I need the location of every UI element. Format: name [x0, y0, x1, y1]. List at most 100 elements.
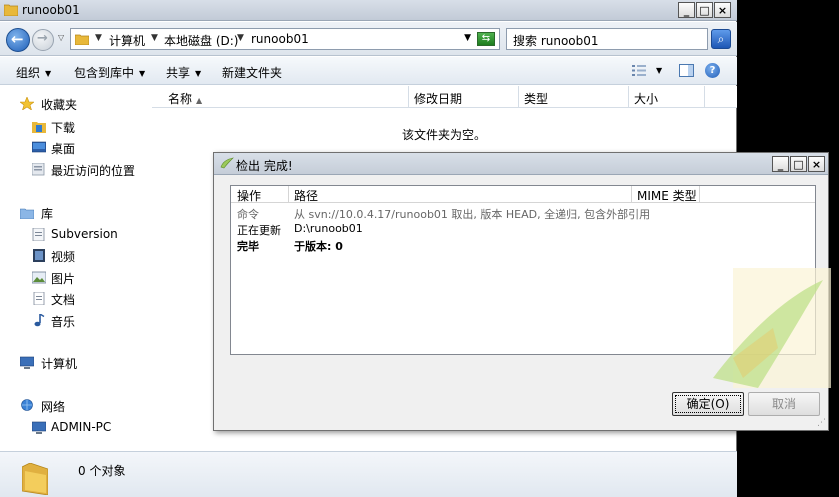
breadcrumb-local-disk[interactable]: 本地磁盘 (D:) [164, 32, 238, 49]
dialog-titlebar[interactable]: 检出 完成! _ □ × [214, 153, 828, 175]
history-dropdown-icon[interactable]: ▽ [58, 33, 64, 42]
refresh-button[interactable]: ⇆ [477, 32, 495, 46]
chevron-down-icon: ▼ [139, 69, 146, 78]
maximize-icon: □ [793, 157, 804, 171]
checkout-log-list[interactable]: 操作 路径 MIME 类型 命令 从 svn://10.0.4.17/runoo… [230, 185, 831, 388]
search-placeholder: 搜索 runoob01 [513, 34, 599, 48]
recent-places-icon [32, 163, 45, 176]
nav-network-label: 网络 [41, 400, 66, 414]
minimize-button[interactable]: _ [678, 2, 695, 18]
folder-icon [22, 463, 48, 495]
minimize-icon: _ [683, 3, 690, 17]
item-count: 0 个对象 [78, 464, 126, 478]
maximize-button[interactable]: □ [696, 2, 713, 18]
nav-libraries-label: 库 [41, 207, 54, 221]
sort-asc-icon: ▲ [196, 96, 203, 105]
ok-button[interactable]: 确定(O) [672, 392, 744, 416]
log-column-mime[interactable]: MIME 类型 [637, 187, 697, 204]
column-modified[interactable]: 修改日期 [414, 90, 462, 107]
log-row[interactable]: 命令 从 svn://10.0.4.17/runoob01 取出, 版本 HEA… [231, 205, 815, 221]
navigation-pane: 收藏夹 下载 桌面 最近访问的位置 库 Subversion 视频 图片 文档 … [0, 86, 150, 451]
address-input[interactable]: ▼ 计算机 ▼ 本地磁盘 (D:) ▼ runoob01 ▼ ⇆ [70, 28, 500, 50]
nav-admin-pc-label: ADMIN-PC [51, 420, 112, 434]
help-icon[interactable]: ? [705, 63, 720, 78]
include-library-menu[interactable]: 包含到库中 ▼ [74, 64, 145, 81]
music-icon [34, 314, 45, 327]
forward-button[interactable]: → [32, 29, 54, 51]
column-size[interactable]: 大小 [634, 90, 658, 107]
chevron-right-icon[interactable]: ▼ [151, 33, 158, 43]
column-divider[interactable] [699, 186, 700, 203]
close-icon: × [717, 3, 728, 17]
dialog-close-button[interactable]: × [808, 156, 825, 172]
document-library-icon [32, 228, 45, 241]
include-library-label: 包含到库中 [74, 66, 135, 80]
search-icon: ⌕ [717, 32, 725, 46]
nav-videos-label: 视频 [51, 250, 76, 264]
address-dropdown-icon[interactable]: ▼ [464, 33, 471, 43]
maximize-icon: □ [699, 3, 710, 17]
log-column-path[interactable]: 路径 [294, 187, 318, 204]
chevron-right-icon[interactable]: ▼ [237, 33, 244, 43]
chevron-down-icon: ▼ [45, 69, 52, 78]
new-folder-button[interactable]: 新建文件夹 [222, 64, 282, 81]
share-menu[interactable]: 共享 ▼ [166, 64, 201, 81]
column-divider[interactable] [288, 186, 289, 203]
chevron-down-icon: ▼ [195, 69, 202, 78]
command-bar: 组织 ▼ 包含到库中 ▼ 共享 ▼ 新建文件夹 ▼ ? [0, 57, 737, 85]
search-button[interactable]: ⌕ [711, 29, 731, 49]
nav-favorites-label: 收藏夹 [41, 98, 78, 112]
nav-computer-label: 计算机 [41, 357, 78, 371]
nav-downloads-label: 下载 [51, 121, 76, 135]
resize-grip-icon[interactable]: ⋰ [817, 418, 826, 428]
column-divider[interactable] [408, 86, 409, 108]
column-divider[interactable] [631, 186, 632, 203]
log-list-header: 操作 路径 MIME 类型 [231, 186, 815, 203]
log-column-action[interactable]: 操作 [237, 187, 261, 204]
computer-icon [32, 421, 46, 434]
log-action: 命令 [237, 208, 259, 221]
back-button[interactable]: ← [6, 28, 30, 52]
log-path: 于版本: 0 [294, 240, 343, 253]
nav-music-label: 音乐 [51, 315, 76, 329]
log-action: 完毕 [237, 240, 259, 253]
organize-label: 组织 [16, 66, 41, 80]
log-row[interactable]: 正在更新 D:\runoob01 [231, 221, 815, 237]
arrow-right-icon: → [37, 31, 48, 46]
log-row[interactable]: 完毕 于版本: 0 [231, 237, 815, 253]
nav-recent-label: 最近访问的位置 [51, 164, 136, 178]
window-title: runoob01 [22, 3, 80, 17]
log-path: 从 svn://10.0.4.17/runoob01 取出, 版本 HEAD, … [294, 208, 651, 221]
log-path: D:\runoob01 [294, 222, 363, 235]
network-icon [21, 399, 33, 411]
view-options-icon[interactable] [632, 65, 646, 76]
folder-icon [4, 4, 18, 16]
refresh-icon: ⇆ [481, 33, 491, 44]
search-input[interactable]: 搜索 runoob01 [506, 28, 708, 50]
chevron-right-icon[interactable]: ▼ [95, 33, 102, 43]
library-icon [20, 208, 34, 219]
checkout-dialog: 检出 完成! _ □ × 操作 路径 MIME 类型 命令 从 svn://10… [213, 152, 831, 431]
log-action: 正在更新 [237, 224, 281, 237]
nav-desktop-label: 桌面 [51, 142, 76, 156]
column-type[interactable]: 类型 [524, 90, 548, 107]
cancel-button[interactable]: 取消 [748, 392, 820, 416]
column-name[interactable]: 名称 ▲ [168, 90, 202, 107]
window-titlebar[interactable]: runoob01 _ □ × [0, 0, 737, 21]
column-divider[interactable] [704, 86, 705, 108]
close-button[interactable]: × [714, 2, 731, 18]
preview-pane-icon[interactable] [679, 64, 694, 77]
dialog-maximize-button[interactable]: □ [790, 156, 807, 172]
organize-menu[interactable]: 组织 ▼ [16, 64, 51, 81]
column-divider[interactable] [518, 86, 519, 108]
breadcrumb-computer[interactable]: 计算机 [109, 32, 145, 49]
column-divider[interactable] [628, 86, 629, 108]
minimize-icon: _ [777, 157, 784, 171]
nav-pictures-label: 图片 [51, 272, 76, 286]
picture-icon [32, 271, 46, 284]
dialog-minimize-button[interactable]: _ [772, 156, 789, 172]
chevron-down-icon[interactable]: ▼ [656, 66, 662, 75]
column-name-label: 名称 [168, 92, 193, 106]
breadcrumb-runoob01[interactable]: runoob01 [251, 32, 309, 46]
document-icon [33, 292, 45, 305]
